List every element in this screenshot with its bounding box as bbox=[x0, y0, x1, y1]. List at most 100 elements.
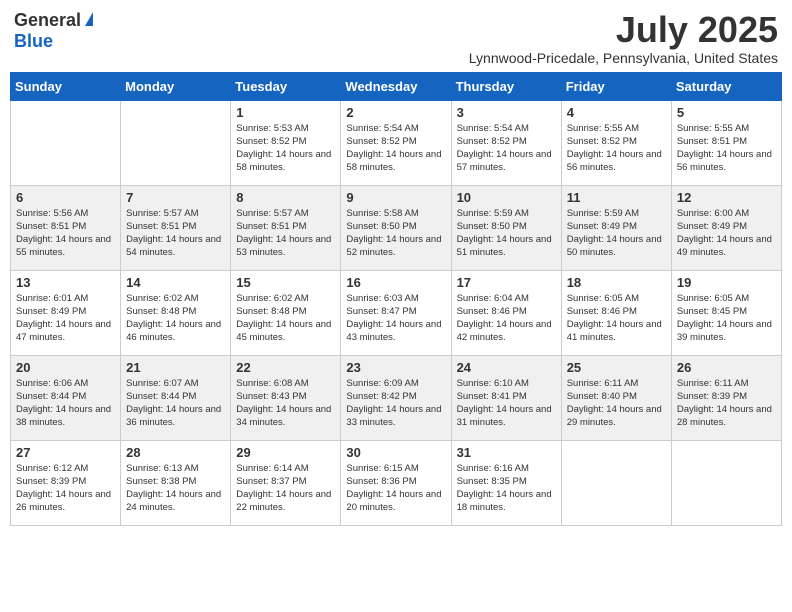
calendar-cell: 29Sunrise: 6:14 AMSunset: 8:37 PMDayligh… bbox=[231, 440, 341, 525]
calendar-cell: 14Sunrise: 6:02 AMSunset: 8:48 PMDayligh… bbox=[121, 270, 231, 355]
location-text: Lynnwood-Pricedale, Pennsylvania, United… bbox=[469, 50, 778, 66]
weekday-header: Wednesday bbox=[341, 72, 451, 100]
day-info: Sunrise: 6:11 AMSunset: 8:40 PMDaylight:… bbox=[567, 377, 666, 430]
day-info: Sunrise: 6:02 AMSunset: 8:48 PMDaylight:… bbox=[126, 292, 225, 345]
day-number: 9 bbox=[346, 190, 445, 205]
weekday-header: Monday bbox=[121, 72, 231, 100]
calendar-cell: 28Sunrise: 6:13 AMSunset: 8:38 PMDayligh… bbox=[121, 440, 231, 525]
day-number: 22 bbox=[236, 360, 335, 375]
calendar-week-row: 1 Sunrise: 5:53 AMSunset: 8:52 PMDaylight… bbox=[11, 100, 782, 185]
day-info: Sunrise: 6:00 AMSunset: 8:49 PMDaylight:… bbox=[677, 207, 776, 260]
calendar-week-row: 6 Sunrise: 5:56 AMSunset: 8:51 PMDaylight… bbox=[11, 185, 782, 270]
calendar-cell: 15 Sunrise: 6:02 AMSunset: 8:48 PMDayligh… bbox=[231, 270, 341, 355]
calendar-cell: 6 Sunrise: 5:56 AMSunset: 8:51 PMDaylight… bbox=[11, 185, 121, 270]
day-info: Sunrise: 5:57 AMSunset: 8:51 PMDaylight:… bbox=[236, 207, 335, 260]
day-number: 27 bbox=[16, 445, 115, 460]
calendar-cell: 16Sunrise: 6:03 AMSunset: 8:47 PMDayligh… bbox=[341, 270, 451, 355]
day-number: 24 bbox=[457, 360, 556, 375]
day-number: 12 bbox=[677, 190, 776, 205]
calendar-week-row: 13 Sunrise: 6:01 AMSunset: 8:49 PMDayligh… bbox=[11, 270, 782, 355]
calendar-cell: 25Sunrise: 6:11 AMSunset: 8:40 PMDayligh… bbox=[561, 355, 671, 440]
weekday-header: Friday bbox=[561, 72, 671, 100]
day-info: Sunrise: 5:57 AMSunset: 8:51 PMDaylight:… bbox=[126, 207, 225, 260]
title-section: July 2025 Lynnwood-Pricedale, Pennsylvan… bbox=[469, 10, 778, 66]
calendar-cell: 31Sunrise: 6:16 AMSunset: 8:35 PMDayligh… bbox=[451, 440, 561, 525]
day-info: Sunrise: 6:11 AMSunset: 8:39 PMDaylight:… bbox=[677, 377, 776, 430]
calendar-cell: 8 Sunrise: 5:57 AMSunset: 8:51 PMDaylight… bbox=[231, 185, 341, 270]
day-number: 3 bbox=[457, 105, 556, 120]
day-info: Sunrise: 5:56 AMSunset: 8:51 PMDaylight:… bbox=[16, 207, 115, 260]
calendar-cell: 4 Sunrise: 5:55 AMSunset: 8:52 PMDaylight… bbox=[561, 100, 671, 185]
day-info: Sunrise: 5:59 AMSunset: 8:50 PMDaylight:… bbox=[457, 207, 556, 260]
day-info: Sunrise: 5:55 AMSunset: 8:51 PMDaylight:… bbox=[677, 122, 776, 175]
calendar-cell: 1 Sunrise: 5:53 AMSunset: 8:52 PMDaylight… bbox=[231, 100, 341, 185]
calendar-cell: 9 Sunrise: 5:58 AMSunset: 8:50 PMDaylight… bbox=[341, 185, 451, 270]
day-number: 19 bbox=[677, 275, 776, 290]
logo: General Blue bbox=[14, 10, 93, 52]
day-info: Sunrise: 6:05 AMSunset: 8:46 PMDaylight:… bbox=[567, 292, 666, 345]
calendar-cell: 13 Sunrise: 6:01 AMSunset: 8:49 PMDayligh… bbox=[11, 270, 121, 355]
calendar-cell: 3 Sunrise: 5:54 AMSunset: 8:52 PMDaylight… bbox=[451, 100, 561, 185]
day-info: Sunrise: 5:55 AMSunset: 8:52 PMDaylight:… bbox=[567, 122, 666, 175]
weekday-header: Thursday bbox=[451, 72, 561, 100]
day-info: Sunrise: 6:02 AMSunset: 8:48 PMDaylight:… bbox=[236, 292, 335, 345]
calendar-week-row: 20 Sunrise: 6:06 AMSunset: 8:44 PMDayligh… bbox=[11, 355, 782, 440]
day-number: 10 bbox=[457, 190, 556, 205]
day-info: Sunrise: 5:59 AMSunset: 8:49 PMDaylight:… bbox=[567, 207, 666, 260]
day-info: Sunrise: 6:08 AMSunset: 8:43 PMDaylight:… bbox=[236, 377, 335, 430]
day-info: Sunrise: 6:03 AMSunset: 8:47 PMDaylight:… bbox=[346, 292, 445, 345]
weekday-header: Saturday bbox=[671, 72, 781, 100]
day-info: Sunrise: 5:53 AMSunset: 8:52 PMDaylight:… bbox=[236, 122, 335, 175]
logo-general-text: General bbox=[14, 10, 81, 31]
calendar-cell: 5 Sunrise: 5:55 AMSunset: 8:51 PMDaylight… bbox=[671, 100, 781, 185]
calendar-cell: 2 Sunrise: 5:54 AMSunset: 8:52 PMDaylight… bbox=[341, 100, 451, 185]
calendar-cell: 30 Sunrise: 6:15 AMSunset: 8:36 PMDayligh… bbox=[341, 440, 451, 525]
calendar-cell bbox=[561, 440, 671, 525]
calendar-cell: 10 Sunrise: 5:59 AMSunset: 8:50 PMDayligh… bbox=[451, 185, 561, 270]
day-number: 8 bbox=[236, 190, 335, 205]
day-info: Sunrise: 6:06 AMSunset: 8:44 PMDaylight:… bbox=[16, 377, 115, 430]
day-number: 31 bbox=[457, 445, 556, 460]
day-info: Sunrise: 6:07 AMSunset: 8:44 PMDaylight:… bbox=[126, 377, 225, 430]
calendar-cell: 23Sunrise: 6:09 AMSunset: 8:42 PMDayligh… bbox=[341, 355, 451, 440]
calendar-cell: 18 Sunrise: 6:05 AMSunset: 8:46 PMDayligh… bbox=[561, 270, 671, 355]
calendar-cell bbox=[121, 100, 231, 185]
day-info: Sunrise: 6:15 AMSunset: 8:36 PMDaylight:… bbox=[346, 462, 445, 515]
calendar-cell: 22 Sunrise: 6:08 AMSunset: 8:43 PMDayligh… bbox=[231, 355, 341, 440]
day-info: Sunrise: 6:04 AMSunset: 8:46 PMDaylight:… bbox=[457, 292, 556, 345]
calendar-cell: 26Sunrise: 6:11 AMSunset: 8:39 PMDayligh… bbox=[671, 355, 781, 440]
day-number: 29 bbox=[236, 445, 335, 460]
day-info: Sunrise: 6:01 AMSunset: 8:49 PMDaylight:… bbox=[16, 292, 115, 345]
calendar-cell: 20 Sunrise: 6:06 AMSunset: 8:44 PMDayligh… bbox=[11, 355, 121, 440]
day-number: 15 bbox=[236, 275, 335, 290]
page-header: General Blue July 2025 Lynnwood-Pricedal… bbox=[10, 10, 782, 66]
day-info: Sunrise: 5:54 AMSunset: 8:52 PMDaylight:… bbox=[346, 122, 445, 175]
day-number: 6 bbox=[16, 190, 115, 205]
calendar-cell: 7Sunrise: 5:57 AMSunset: 8:51 PMDaylight… bbox=[121, 185, 231, 270]
calendar-cell: 17 Sunrise: 6:04 AMSunset: 8:46 PMDayligh… bbox=[451, 270, 561, 355]
calendar-header-row: SundayMondayTuesdayWednesdayThursdayFrid… bbox=[11, 72, 782, 100]
calendar-cell: 24Sunrise: 6:10 AMSunset: 8:41 PMDayligh… bbox=[451, 355, 561, 440]
day-number: 20 bbox=[16, 360, 115, 375]
day-number: 1 bbox=[236, 105, 335, 120]
day-number: 13 bbox=[16, 275, 115, 290]
day-info: Sunrise: 5:54 AMSunset: 8:52 PMDaylight:… bbox=[457, 122, 556, 175]
day-number: 30 bbox=[346, 445, 445, 460]
weekday-header: Tuesday bbox=[231, 72, 341, 100]
calendar-cell: 27 Sunrise: 6:12 AMSunset: 8:39 PMDayligh… bbox=[11, 440, 121, 525]
day-number: 18 bbox=[567, 275, 666, 290]
day-info: Sunrise: 6:12 AMSunset: 8:39 PMDaylight:… bbox=[16, 462, 115, 515]
calendar-table: SundayMondayTuesdayWednesdayThursdayFrid… bbox=[10, 72, 782, 526]
day-number: 21 bbox=[126, 360, 225, 375]
day-info: Sunrise: 5:58 AMSunset: 8:50 PMDaylight:… bbox=[346, 207, 445, 260]
calendar-week-row: 27 Sunrise: 6:12 AMSunset: 8:39 PMDayligh… bbox=[11, 440, 782, 525]
month-year-title: July 2025 bbox=[469, 10, 778, 50]
day-number: 23 bbox=[346, 360, 445, 375]
day-number: 4 bbox=[567, 105, 666, 120]
calendar-cell bbox=[11, 100, 121, 185]
day-number: 11 bbox=[567, 190, 666, 205]
day-number: 2 bbox=[346, 105, 445, 120]
day-number: 17 bbox=[457, 275, 556, 290]
day-info: Sunrise: 6:13 AMSunset: 8:38 PMDaylight:… bbox=[126, 462, 225, 515]
day-number: 5 bbox=[677, 105, 776, 120]
